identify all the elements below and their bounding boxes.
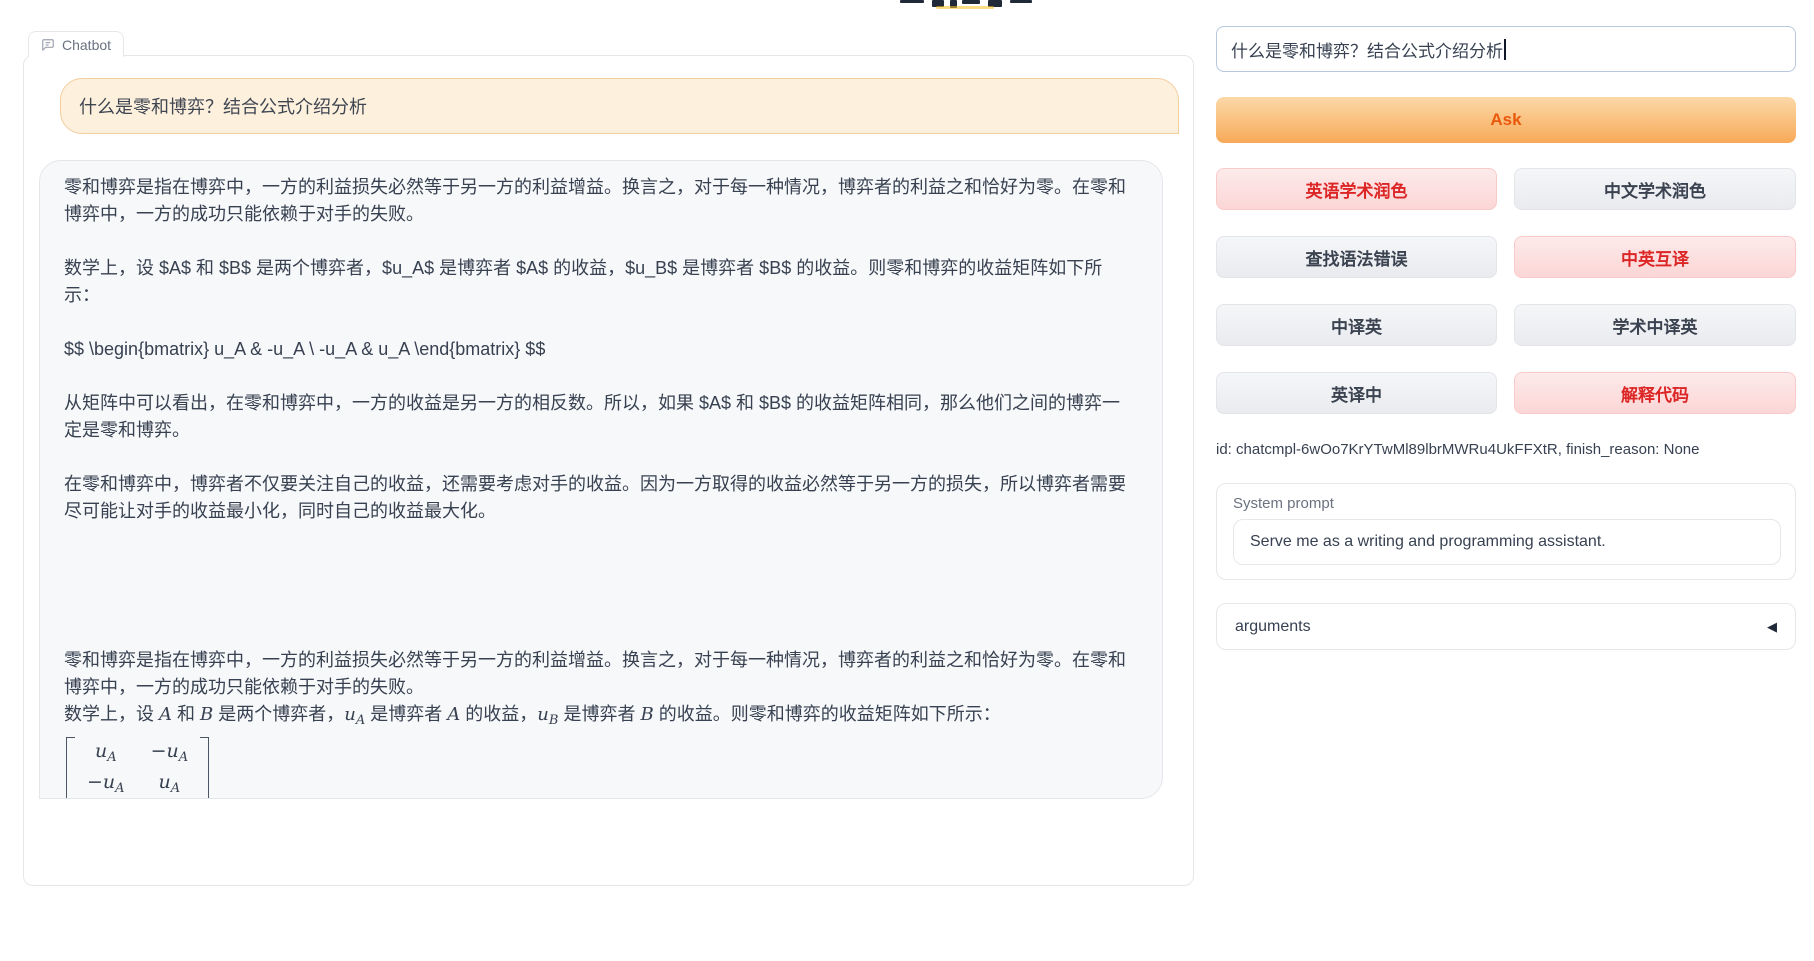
- payoff-matrix: uA −uA −uA uA: [66, 737, 209, 799]
- system-prompt-value: Serve me as a writing and programming as…: [1250, 533, 1606, 551]
- arguments-accordion[interactable]: arguments ◀: [1216, 603, 1796, 650]
- rendered-intro: 零和博弈是指在博弈中，一方的利益损失必然等于另一方的利益增益。换言之，对于每一种…: [64, 647, 1138, 701]
- button-explain-code[interactable]: 解释代码: [1514, 372, 1796, 414]
- completion-status-line: id: chatcmpl-6wOo7KrYTwMl89lbrMWRu4UkFFX…: [1216, 441, 1796, 458]
- clipped-page-title: [898, 0, 1048, 10]
- raw-latex-line: $$ \begin{bmatrix} u_A & -u_A \ -u_A & u…: [64, 339, 545, 359]
- button-zh-to-en[interactable]: 中译英: [1216, 304, 1497, 346]
- matrix-left-bracket: [66, 737, 75, 799]
- system-prompt-input[interactable]: Serve me as a writing and programming as…: [1233, 519, 1781, 565]
- rendered-math-sentence: 数学上，设 A 和 B 是两个博弈者，uA 是博弈者 A 的收益，uB 是博弈者…: [64, 701, 1138, 734]
- arguments-accordion-label: arguments: [1235, 618, 1311, 636]
- question-input[interactable]: 什么是零和博弈？结合公式介绍分析: [1216, 26, 1796, 72]
- chat-bubble-icon: [41, 38, 55, 52]
- bot-raw-answer: 零和博弈是指在博弈中，一方的利益损失必然等于另一方的利益增益。换言之，对于每一种…: [64, 174, 1138, 525]
- user-message-text: 什么是零和博弈？结合公式介绍分析: [79, 93, 367, 119]
- accordion-collapse-icon: ◀: [1767, 619, 1777, 635]
- button-english-academic-polish[interactable]: 英语学术润色: [1216, 168, 1497, 210]
- system-prompt-panel: System prompt Serve me as a writing and …: [1216, 483, 1796, 580]
- ask-button[interactable]: Ask: [1216, 97, 1796, 143]
- button-en-to-zh[interactable]: 英译中: [1216, 372, 1497, 414]
- chatbot-label-tab: Chatbot: [28, 31, 124, 57]
- bot-rendered-answer: 零和博弈是指在博弈中，一方的利益损失必然等于另一方的利益增益。换言之，对于每一种…: [64, 647, 1138, 799]
- button-find-grammar-errors[interactable]: 查找语法错误: [1216, 236, 1497, 278]
- action-button-grid: 英语学术润色 中文学术润色 查找语法错误 中英互译 中译英 学术中译英 英译中 …: [1216, 168, 1796, 414]
- button-academic-zh-to-en[interactable]: 学术中译英: [1514, 304, 1796, 346]
- button-chinese-academic-polish[interactable]: 中文学术润色: [1514, 168, 1796, 210]
- chatbot-label: Chatbot: [62, 37, 111, 53]
- matrix-right-bracket: [200, 737, 209, 799]
- bot-message-bubble: 零和博弈是指在博弈中，一方的利益损失必然等于另一方的利益增益。换言之，对于每一种…: [39, 160, 1163, 799]
- system-prompt-label: System prompt: [1233, 495, 1779, 512]
- chatbot-panel[interactable]: 什么是零和博弈？结合公式介绍分析 零和博弈是指在博弈中，一方的利益损失必然等于另…: [23, 55, 1194, 886]
- text-cursor: [1504, 39, 1506, 60]
- question-input-value: 什么是零和博弈？结合公式介绍分析: [1231, 37, 1503, 62]
- button-zh-en-mutual-translate[interactable]: 中英互译: [1514, 236, 1796, 278]
- user-message-bubble: 什么是零和博弈？结合公式介绍分析: [60, 78, 1179, 134]
